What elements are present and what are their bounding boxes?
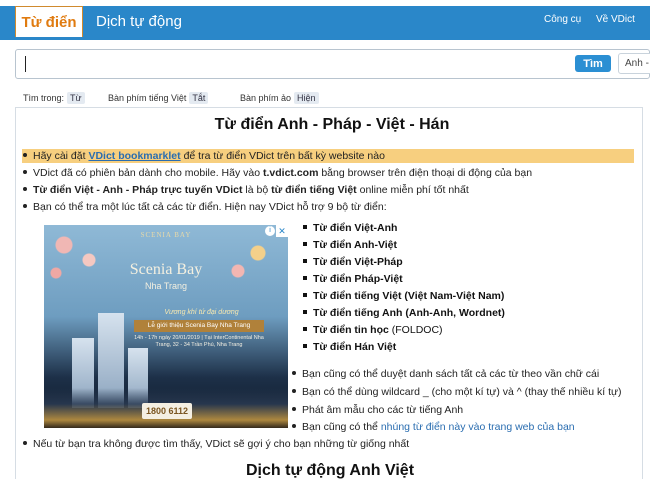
square-bullet-icon xyxy=(303,276,307,281)
list-item: Hãy cài đặt VDict bookmarklet để tra từ … xyxy=(23,150,385,162)
vn-keyboard-toggle[interactable]: Tắt xyxy=(189,92,209,104)
ad-title: Scenia Bay xyxy=(129,261,203,278)
bullet-icon xyxy=(292,389,296,394)
bullet-icon xyxy=(23,441,27,446)
lookup-in-value[interactable]: Từ xyxy=(67,92,85,104)
vn-keyboard-label: Bàn phím tiếng Việt xyxy=(108,93,187,103)
mobile-domain: t.vdict.com xyxy=(262,167,319,179)
virtual-keyboard-label: Bàn phím ảo xyxy=(240,93,292,103)
search-button[interactable]: Tìm xyxy=(575,55,611,72)
dictionary-item: Từ điển Hán Việt xyxy=(303,341,396,353)
dictionary-item: Từ điển Pháp-Việt xyxy=(303,273,403,285)
square-bullet-icon xyxy=(303,259,307,264)
dictionary-item: Từ điển tiếng Anh (Anh-Anh, Wordnet) xyxy=(303,307,505,319)
virtual-keyboard-option: Bàn phím ảo Hiện xyxy=(240,92,319,104)
tab-auto-translate[interactable]: Dịch tự động xyxy=(96,9,182,33)
virtual-keyboard-toggle[interactable]: Hiện xyxy=(294,92,319,104)
ad-detail: 14h - 17h ngày 20/01/2019 | Tại InterCon… xyxy=(134,335,264,348)
page-title: Từ điển Anh - Pháp - Việt - Hán xyxy=(214,116,450,133)
nav-tools-link[interactable]: Công cụ xyxy=(544,14,581,25)
list-item: Bạn có thể tra một lúc tất cả các từ điể… xyxy=(23,201,387,213)
dictionary-item: Từ điển tin học (FOLDOC) xyxy=(303,324,443,336)
ad-tagline: Vương khí tứ đại dương xyxy=(164,309,239,316)
bullet-icon xyxy=(23,204,27,209)
square-bullet-icon xyxy=(303,344,307,349)
tip-item: Bạn cũng có thể duyệt danh sách tất cả c… xyxy=(292,368,599,380)
search-input[interactable] xyxy=(15,49,650,79)
tab-dictionary[interactable]: Từ điển xyxy=(15,6,83,37)
tip-item: Bạn cũng có thể nhúng từ điển này vào tr… xyxy=(292,421,575,433)
bookmarklet-link[interactable]: VDict bookmarklet xyxy=(88,150,180,162)
top-bar: Từ điển Dịch tự động Công cụ Về VDict xyxy=(0,0,650,40)
bullet-icon xyxy=(23,187,27,192)
tip-item: Bạn có thể dùng wildcard _ (cho một kí t… xyxy=(292,386,622,398)
bullet-icon xyxy=(292,424,296,429)
bullet-icon xyxy=(292,407,296,412)
square-bullet-icon xyxy=(303,310,307,315)
list-item: Nếu từ bạn tra không được tìm thấy, VDic… xyxy=(23,438,409,450)
ad-logo: SCENIA BAY xyxy=(140,231,192,239)
nav-about-link[interactable]: Về VDict xyxy=(596,14,635,25)
embed-dictionary-link[interactable]: nhúng từ điển này vào trang web của bạn xyxy=(381,421,575,433)
lookup-in-option: Tìm trong: Từ xyxy=(23,92,85,104)
bullet-icon xyxy=(292,371,296,376)
ad-close-icon[interactable]: ✕ xyxy=(276,225,288,237)
section-title: Dịch tự động Anh Việt xyxy=(246,462,415,479)
list-item: VDict đã có phiên bản dành cho mobile. H… xyxy=(23,167,532,179)
ad-subtitle: Nha Trang xyxy=(144,281,188,291)
bullet-icon xyxy=(23,170,27,175)
tip-item: Phát âm mẫu cho các từ tiếng Anh xyxy=(292,404,463,416)
bullet-icon xyxy=(23,153,27,158)
ad-phone: 1800 6112 xyxy=(142,403,192,419)
square-bullet-icon xyxy=(303,242,307,247)
square-bullet-icon xyxy=(303,225,307,230)
ad-info-icon[interactable]: i xyxy=(265,226,275,236)
list-item: Từ điển Việt - Anh - Pháp trực tuyến VDi… xyxy=(23,184,469,196)
dictionary-item: Từ điển Việt-Pháp xyxy=(303,256,403,268)
language-select[interactable]: Anh - Việt xyxy=(618,53,650,74)
square-bullet-icon xyxy=(303,327,307,332)
dictionary-item: Từ điển Anh-Việt xyxy=(303,239,397,251)
text-caret xyxy=(25,56,26,72)
dictionary-item: Từ điển Việt-Anh xyxy=(303,222,397,234)
dictionary-item: Từ điển tiếng Việt (Việt Nam-Việt Nam) xyxy=(303,290,504,302)
lookup-in-label: Tìm trong: xyxy=(23,93,65,103)
square-bullet-icon xyxy=(303,293,307,298)
advertisement-banner[interactable]: SCENIA BAY Scenia Bay Nha Trang Vương kh… xyxy=(44,225,288,428)
ad-event: Lễ giới thiệu Scenia Bay Nha Trang xyxy=(134,320,264,332)
vn-keyboard-option: Bàn phím tiếng Việt Tắt xyxy=(108,92,209,104)
